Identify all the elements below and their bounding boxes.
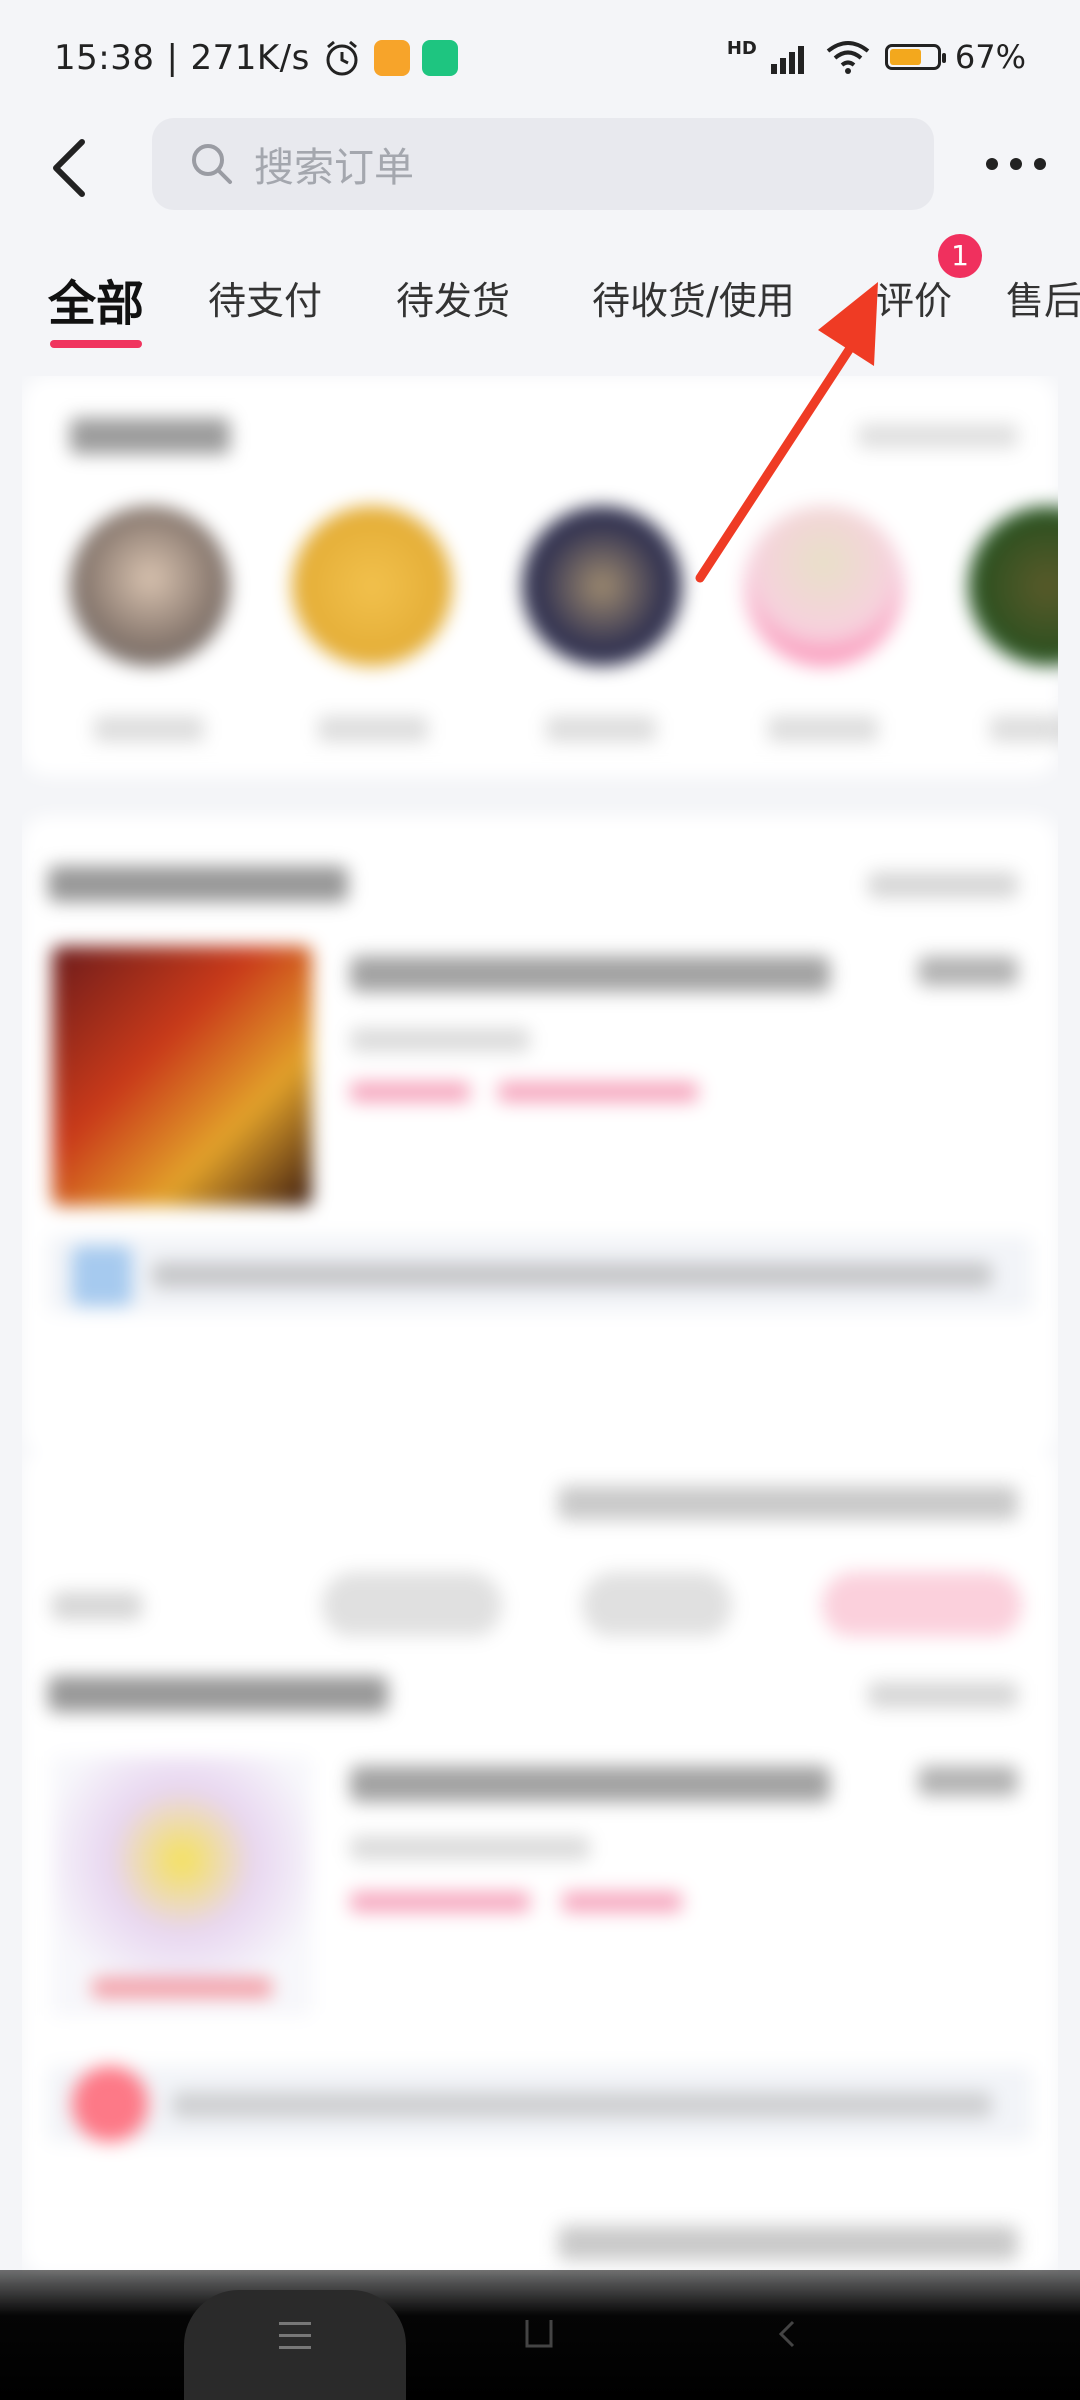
menu-icon[interactable]: [250, 2310, 340, 2370]
product-image: [52, 946, 312, 1206]
product-spec-block: [350, 1028, 530, 1052]
network-speed: 271K/s: [190, 38, 310, 78]
status-time: 15:38: [54, 38, 155, 78]
signal-icon: [770, 46, 804, 74]
stores-title-block: [70, 418, 230, 454]
product-title-block: [350, 956, 830, 992]
promo-line: [350, 1082, 470, 1102]
total-block: [558, 1486, 1018, 1520]
product-price-block: [918, 956, 1018, 986]
tab-pending-receipt[interactable]: 待收货/使用: [592, 270, 795, 325]
store-name-block: [768, 716, 878, 742]
total-block: [558, 2226, 1018, 2260]
stores-more-block: [858, 424, 1018, 448]
review-count-badge: 1: [938, 234, 982, 278]
product-title-block: [350, 1766, 830, 1802]
search-icon: [192, 144, 232, 184]
header: 搜索订单: [0, 118, 1080, 218]
logistics-logo: [72, 1246, 132, 1306]
order-card[interactable]: [22, 1636, 1058, 2276]
active-tab-indicator: [50, 340, 142, 348]
action-button[interactable]: [582, 1572, 732, 1638]
back-glyph: [778, 2320, 795, 2348]
shop-name-block: [48, 866, 348, 902]
order-status-block: [868, 872, 1018, 898]
action-button-primary[interactable]: [822, 1572, 1022, 1638]
orders-content: [22, 376, 1058, 2276]
status-bar: 15:38 | 271K/s HD 67%: [0, 0, 1080, 120]
promo-line: [498, 1082, 698, 1102]
order-tabs: 全部 待支付 待发货 待收货/使用 评价 售后: [0, 250, 1080, 350]
tab-pending-payment[interactable]: 待支付: [208, 270, 322, 325]
tab-all[interactable]: 全部: [48, 264, 144, 334]
status-separator: |: [166, 38, 179, 78]
nav-back-icon[interactable]: [742, 2310, 832, 2370]
promo-line: [350, 1892, 530, 1912]
status-right: HD 67%: [727, 38, 1026, 76]
store-avatar[interactable]: [70, 506, 230, 666]
action-more-block: [52, 1592, 142, 1620]
more-dots-icon[interactable]: [986, 152, 1046, 176]
dot: [1034, 158, 1046, 170]
store-avatar[interactable]: [522, 506, 682, 666]
shop-text-block: [172, 2092, 992, 2118]
tab-review[interactable]: 评价: [876, 270, 952, 325]
order-status-block: [868, 1682, 1018, 1708]
home-square-icon[interactable]: [494, 2310, 584, 2370]
logistics-text-block: [152, 1262, 992, 1288]
product-spec-block: [350, 1836, 590, 1860]
product-price-block: [918, 1766, 1018, 1796]
dot: [1010, 158, 1022, 170]
search-placeholder: 搜索订单: [254, 145, 414, 191]
signal-label: HD: [726, 38, 757, 59]
promo-line: [92, 1978, 272, 1998]
dot: [986, 158, 998, 170]
shield-app-icon: [421, 40, 458, 76]
product-image: [52, 1756, 312, 2016]
store-name-block: [546, 716, 656, 742]
store-name-block: [990, 716, 1058, 742]
frequent-stores-card[interactable]: [22, 376, 1058, 776]
search-input[interactable]: 搜索订单: [152, 118, 934, 210]
chevron-left-icon[interactable]: [40, 132, 100, 204]
battery-fill: [889, 49, 921, 65]
menu-glyph: [279, 2322, 311, 2349]
store-name-block: [318, 716, 428, 742]
wifi-icon: [826, 41, 870, 74]
promo-line: [562, 1892, 682, 1912]
notes-app-icon: [373, 40, 410, 76]
home-glyph: [525, 2320, 553, 2348]
tab-after-sales[interactable]: 售后: [1006, 270, 1080, 325]
action-button[interactable]: [322, 1572, 502, 1638]
battery-percent: 67%: [954, 38, 1026, 76]
status-left: 15:38 | 271K/s: [54, 38, 458, 78]
store-avatar[interactable]: [968, 506, 1058, 666]
tab-pending-shipment[interactable]: 待发货: [396, 270, 510, 325]
store-avatar[interactable]: [292, 506, 452, 666]
store-name-block: [94, 716, 204, 742]
store-avatar[interactable]: [744, 506, 904, 666]
battery-icon: [884, 44, 946, 70]
shop-logo: [72, 2066, 148, 2142]
system-nav-bar: [0, 2270, 1080, 2400]
order-card[interactable]: [22, 816, 1058, 1456]
alarm-icon: [326, 40, 358, 76]
shop-name-block: [48, 1676, 388, 1712]
